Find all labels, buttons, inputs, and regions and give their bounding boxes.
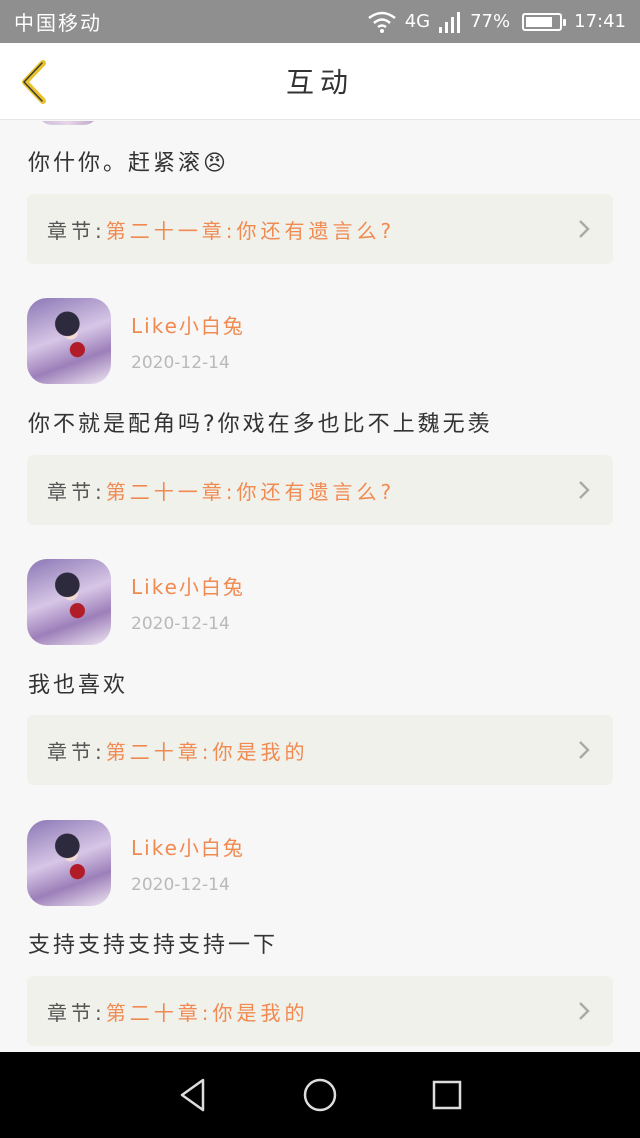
status-icons: 4G 77% 17:41 [367,11,626,33]
chevron-right-icon [579,1002,590,1020]
chapter-title: 第二十一章:你还有遗言么? [105,218,396,243]
comment-date: 2020-12-14 [131,614,230,634]
carrier-label: 中国移动 [14,11,102,35]
chapter-link[interactable]: 章节: 第二十一章:你还有遗言么? [27,455,613,525]
system-nav-bar [0,1052,640,1138]
comment-text: 你不就是配角吗?你戏在多也比不上魏无羡 [28,412,493,437]
chapter-link[interactable]: 章节: 第二十章:你是我的 [27,976,613,1046]
triangle-back-icon [181,1078,205,1112]
time-label: 17:41 [574,11,626,32]
wifi-icon [367,11,396,33]
avatar [38,121,98,125]
chapter-title: 第二十章:你是我的 [105,739,309,764]
comment-header: Like小白兔 2020-12-14 [27,820,245,906]
battery-percent-label: 77% [470,11,511,32]
chevron-left-icon [22,60,46,104]
battery-icon [522,12,567,31]
chapter-link[interactable]: 章节: 第二十一章:你还有遗言么? [27,194,613,264]
nav-recent-button[interactable] [427,1075,467,1115]
chapter-prefix-label: 章节: [47,739,106,764]
comment-list[interactable]: 你什你。赶紧滚😠 章节: 第二十一章:你还有遗言么? Like小白兔 2020-… [0,121,640,1052]
page-title: 互动 [285,66,354,99]
chapter-prefix-label: 章节: [47,218,106,243]
comment-header: Like小白兔 2020-12-14 [27,298,245,384]
chapter-link[interactable]: 章节: 第二十章:你是我的 [27,715,613,785]
comment-text: 我也喜欢 [28,673,129,698]
chevron-right-icon [579,741,590,759]
nav-back-button[interactable] [173,1075,213,1115]
app-header: 互动 [0,43,640,120]
avatar[interactable] [27,298,111,384]
comment-header: Like小白兔 2020-12-14 [27,559,245,645]
network-type-label: 4G [404,11,431,32]
username-link[interactable]: Like小白兔 [131,832,245,861]
chevron-right-icon [579,220,590,238]
status-bar: 中国移动 4G 77% 17:41 [0,0,640,43]
square-recent-icon [432,1080,461,1110]
comment-date: 2020-12-14 [131,875,230,895]
circle-home-icon [303,1078,337,1112]
avatar[interactable] [27,559,111,645]
username-link[interactable]: Like小白兔 [131,310,245,339]
username-link[interactable]: Like小白兔 [131,571,245,600]
chapter-title: 第二十一章:你还有遗言么? [105,479,396,504]
comment-text: 你什你。赶紧滚😠 [28,151,229,176]
signal-icon [439,11,461,33]
chapter-title: 第二十章:你是我的 [105,1000,309,1025]
back-button[interactable] [14,57,54,107]
chevron-right-icon [579,481,590,499]
chapter-prefix-label: 章节: [47,1000,106,1025]
comment-text: 支持支持支持支持一下 [28,933,279,958]
nav-home-button[interactable] [300,1075,340,1115]
comment-date: 2020-12-14 [131,353,230,373]
avatar[interactable] [27,820,111,906]
chapter-prefix-label: 章节: [47,479,106,504]
